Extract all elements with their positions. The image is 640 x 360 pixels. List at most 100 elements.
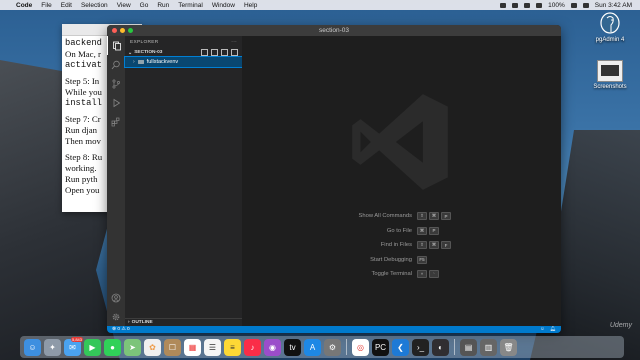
desktop-icon-label: Screenshots — [593, 84, 627, 90]
desktop-icon-screenshots[interactable]: Screenshots — [585, 60, 635, 90]
desktop-icon-pgadmin[interactable]: pgAdmin 4 — [585, 12, 635, 43]
battery-percent[interactable]: 100% — [548, 2, 565, 9]
key-cap: ⇧ — [417, 241, 427, 250]
terminal-icon[interactable]: ›_ — [412, 338, 429, 356]
downloads-stack-icon[interactable]: ▤ — [460, 338, 477, 356]
chevron-right-icon: › — [133, 59, 135, 65]
facetime-icon[interactable]: ▶ — [84, 338, 101, 356]
shortcut-label: Toggle Terminal — [371, 271, 413, 278]
music-icon[interactable]: ♪ — [244, 338, 261, 356]
more-actions-icon[interactable]: ··· — [231, 40, 237, 45]
notifications-bell-icon[interactable]: 🔔︎ — [550, 327, 556, 332]
wifi-icon[interactable] — [536, 2, 543, 8]
menu-app-name[interactable]: Code — [16, 2, 32, 9]
vscode-icon[interactable]: ❮ — [392, 338, 409, 356]
run-debug-icon[interactable] — [107, 93, 125, 112]
dock-separator — [346, 339, 347, 355]
mail-icon[interactable]: ✉ 5,843 — [64, 336, 83, 356]
pycharm-icon[interactable]: PC — [372, 338, 389, 356]
shortcut-go-to-file[interactable]: Go to File ⌘ P — [302, 224, 502, 239]
obs-icon[interactable]: ◐ — [432, 338, 449, 356]
clock[interactable]: Sun 3:42 AM — [595, 2, 632, 9]
explorer-header: EXPLORER ··· — [125, 36, 242, 48]
window-titlebar[interactable]: section-03 — [107, 25, 561, 36]
search-icon[interactable] — [107, 55, 125, 74]
chrome-icon[interactable]: ◎ — [352, 338, 369, 356]
dock-separator — [454, 339, 455, 355]
key-cap: P — [441, 212, 451, 221]
status-icon[interactable] — [500, 2, 507, 8]
extensions-icon[interactable] — [107, 112, 125, 131]
menu-terminal[interactable]: Terminal — [178, 2, 203, 9]
apple-tv-icon[interactable]: tv — [284, 338, 301, 356]
chevron-down-icon: ⌄ — [128, 49, 133, 56]
menu-go[interactable]: Go — [140, 2, 149, 9]
key-cap: P — [429, 226, 439, 235]
menu-file[interactable]: File — [41, 2, 51, 9]
menu-help[interactable]: Help — [244, 2, 257, 9]
shortcut-start-debugging[interactable]: Start Debugging F5 — [302, 253, 502, 268]
contacts-icon[interactable]: ☐ — [164, 338, 181, 356]
status-icon[interactable] — [512, 2, 519, 8]
vscode-window[interactable]: section-03 EXPLORER ··· ⌄ SECTION-03 › f… — [107, 25, 561, 333]
key-cap: ⌘ — [429, 212, 439, 221]
minimize-window-button[interactable] — [120, 28, 125, 33]
menu-window[interactable]: Window — [212, 2, 235, 9]
key-cap: F5 — [417, 255, 427, 264]
udemy-watermark: Udemy — [609, 322, 632, 329]
messages-icon[interactable]: ● — [104, 338, 121, 356]
activity-bar — [107, 36, 125, 326]
spotlight-icon[interactable] — [582, 2, 589, 8]
podcasts-icon[interactable]: ◉ — [264, 338, 281, 356]
welcome-shortcuts: Show All Commands ⇧ ⌘ P Go to File ⌘ P Find… — [302, 209, 502, 282]
shortcut-label: Go to File — [386, 227, 412, 234]
close-window-button[interactable] — [112, 28, 117, 33]
shortcut-show-all-commands[interactable]: Show All Commands ⇧ ⌘ P — [302, 209, 502, 224]
key-cap: ⌘ — [429, 241, 439, 250]
shortcut-label: Show All Commands — [358, 213, 412, 220]
maps-icon[interactable]: ➤ — [124, 338, 141, 356]
shortcut-find-in-files[interactable]: Find in Files ⇧ ⌘ F — [302, 238, 502, 253]
menu-run[interactable]: Run — [157, 2, 169, 9]
notes-icon[interactable]: ≡ — [224, 338, 241, 356]
launchpad-icon[interactable]: ✦ — [44, 338, 61, 356]
collapse-all-icon[interactable] — [231, 49, 238, 56]
problems-indicator[interactable]: ⊗ 0 ⚠ 0 — [107, 327, 130, 332]
reminders-icon[interactable]: ☰ — [204, 338, 221, 356]
workspace-section-title: SECTION-03 — [134, 50, 163, 55]
new-file-icon[interactable] — [201, 49, 208, 56]
folder-icon — [597, 60, 623, 82]
tree-item-fullstackvenv[interactable]: › fullstackvenv — [124, 56, 243, 68]
photos-icon[interactable]: ✿ — [144, 338, 161, 356]
explorer-icon[interactable] — [107, 36, 125, 55]
settings-gear-icon[interactable] — [107, 307, 125, 326]
documents-stack-icon[interactable]: ▥ — [480, 338, 497, 356]
calendar-icon[interactable]: ▦ — [184, 338, 201, 356]
new-folder-icon[interactable] — [211, 49, 218, 56]
workspace-section-header[interactable]: ⌄ SECTION-03 — [125, 48, 242, 57]
menu-edit[interactable]: Edit — [61, 2, 72, 9]
system-preferences-icon[interactable]: ⚙ — [324, 338, 341, 356]
trash-icon[interactable]: 🗑︎ — [500, 338, 517, 356]
menu-view[interactable]: View — [117, 2, 131, 9]
menu-selection[interactable]: Selection — [81, 2, 108, 9]
outline-section-header[interactable]: › OUTLINE — [125, 318, 242, 326]
explorer-title: EXPLORER — [130, 39, 159, 45]
feedback-icon[interactable]: ☺ — [540, 327, 545, 332]
status-icon[interactable] — [524, 2, 531, 8]
account-icon[interactable] — [107, 288, 125, 307]
zoom-window-button[interactable] — [128, 28, 133, 33]
source-control-icon[interactable] — [107, 74, 125, 93]
folder-icon — [137, 60, 144, 64]
mac-dock: ☺ ✦ ✉ 5,843 ▶ ● ➤ ✿ ☐ ▦ ☰ ≡ ♪ ◉ tv A ⚙ ◎ … — [20, 336, 624, 358]
editor-area[interactable]: Show All Commands ⇧ ⌘ P Go to File ⌘ P Find… — [242, 36, 561, 326]
shortcut-toggle-terminal[interactable]: Toggle Terminal ^ ` — [302, 267, 502, 282]
app-store-icon[interactable]: A — [304, 338, 321, 356]
finder-icon[interactable]: ☺ — [24, 338, 41, 356]
refresh-icon[interactable] — [221, 49, 228, 56]
shortcut-label: Find in Files — [380, 242, 412, 249]
window-title: section-03 — [319, 27, 349, 34]
key-cap: ` — [429, 270, 439, 279]
battery-icon[interactable] — [570, 2, 577, 8]
key-cap: ^ — [417, 270, 427, 279]
